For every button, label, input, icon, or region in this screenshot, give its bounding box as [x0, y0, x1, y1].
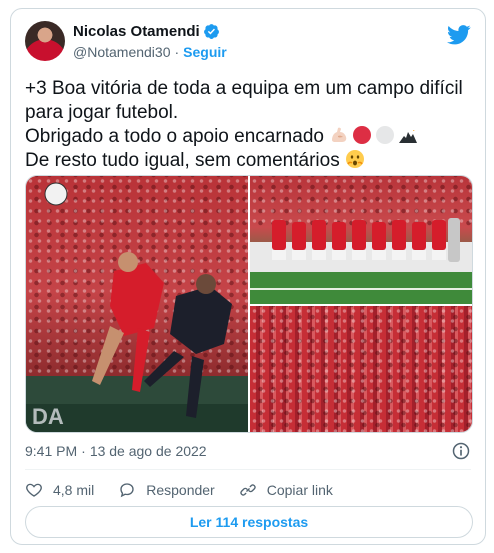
tweet-line-3-text: Obrigado a todo o apoio encarnado	[25, 126, 324, 147]
author-handle[interactable]: @Notamendi30	[73, 44, 171, 60]
photo-header-duel[interactable]: DA	[26, 176, 248, 432]
verified-badge-icon	[203, 23, 219, 39]
info-icon[interactable]	[451, 441, 471, 461]
photo-watermark-text: DA	[32, 404, 64, 429]
read-replies-button[interactable]: Ler 114 respostas	[25, 506, 473, 538]
action-bar: 4,8 mil Responder Copiar link	[25, 479, 357, 501]
reply-button[interactable]: Responder	[118, 481, 215, 499]
tweet-time: 9:41 PM	[25, 443, 78, 459]
author-avatar[interactable]	[25, 21, 65, 61]
tweet-line-2: para jogar futebol.	[25, 102, 179, 123]
photo-team-lineup[interactable]	[250, 176, 472, 304]
link-icon	[240, 484, 256, 496]
author-name[interactable]: Nicolas Otamendi	[73, 23, 200, 40]
copy-link-label: Copiar link	[266, 482, 333, 498]
reply-label: Responder	[146, 482, 215, 498]
twitter-bird-icon[interactable]	[447, 25, 471, 45]
flexed-biceps-icon	[332, 127, 347, 142]
tweet-card: Nicolas Otamendi @Notamendi30 · Seguir +…	[10, 8, 486, 545]
photo-crowd-texture	[250, 306, 472, 432]
tweet-text: +3 Boa vitória de toda a equipa em um ca…	[25, 77, 475, 173]
tweet-header: Nicolas Otamendi @Notamendi30 · Seguir	[25, 21, 471, 69]
tweet-line-4: De resto tudo igual, sem comentários	[25, 149, 475, 173]
like-count: 4,8 mil	[53, 482, 95, 498]
white-circle-icon	[376, 126, 395, 144]
author-block: Nicolas Otamendi @Notamendi30 · Seguir	[73, 21, 227, 62]
like-button[interactable]: 4,8 mil	[25, 481, 94, 499]
team-illustration	[250, 218, 472, 304]
players-illustration: DA	[26, 182, 248, 432]
tweet-line-3: Obrigado a todo o apoio encarnado	[25, 125, 475, 149]
tweet-timestamp[interactable]: 9:41 PM · 13 de ago de 2022	[25, 443, 207, 459]
copy-link-button[interactable]: Copiar link	[239, 481, 333, 499]
heart-icon	[26, 483, 42, 497]
red-circle-icon	[353, 126, 372, 144]
timestamp-separator: ·	[81, 443, 86, 459]
hushed-face-icon	[346, 150, 364, 168]
tweet-line-1: +3 Boa vitória de toda a equipa em um ca…	[25, 78, 463, 99]
eagle-icon	[399, 127, 418, 143]
follow-button[interactable]: Seguir	[183, 44, 227, 60]
media-grid: DA	[25, 175, 473, 433]
reply-bubble-icon	[120, 483, 134, 498]
divider	[25, 469, 471, 470]
handle-separator: ·	[174, 44, 180, 60]
photo-fans-crowd[interactable]	[250, 306, 472, 432]
tweet-line-4-text: De resto tudo igual, sem comentários	[25, 150, 340, 171]
tweet-date: 13 de ago de 2022	[89, 443, 207, 459]
